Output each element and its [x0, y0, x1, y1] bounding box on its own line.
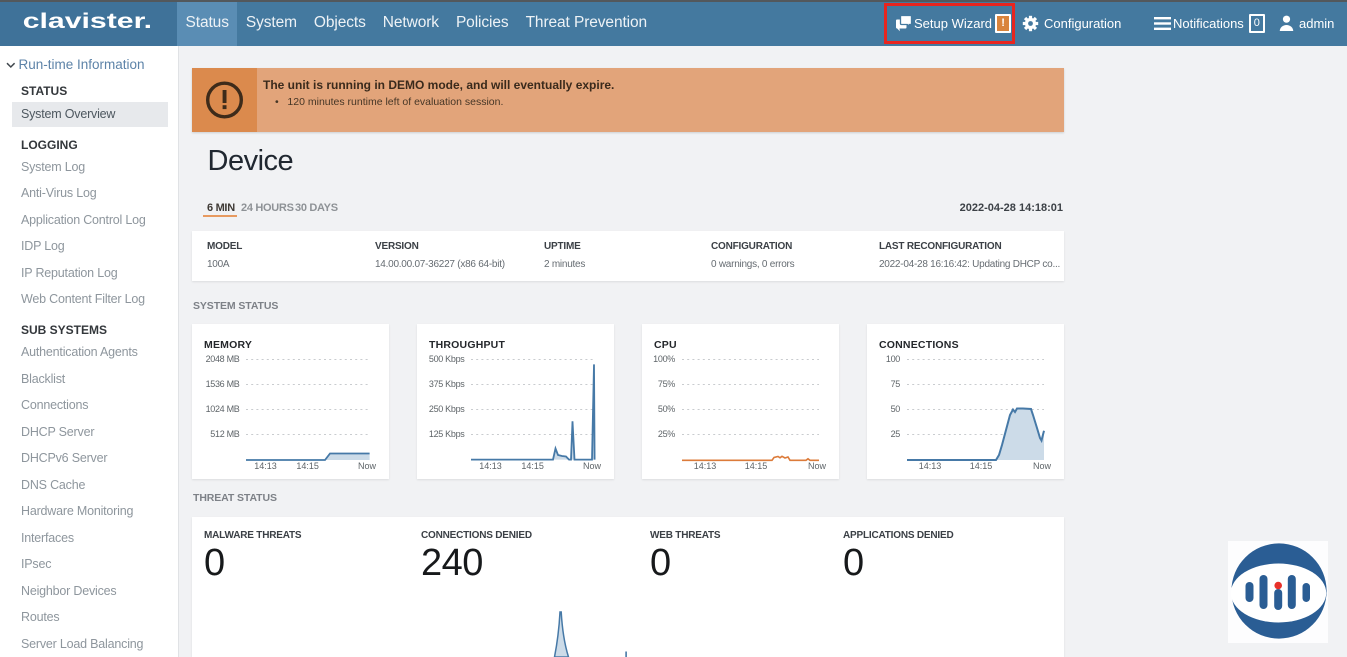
svg-text:clavister.: clavister.	[23, 9, 152, 33]
